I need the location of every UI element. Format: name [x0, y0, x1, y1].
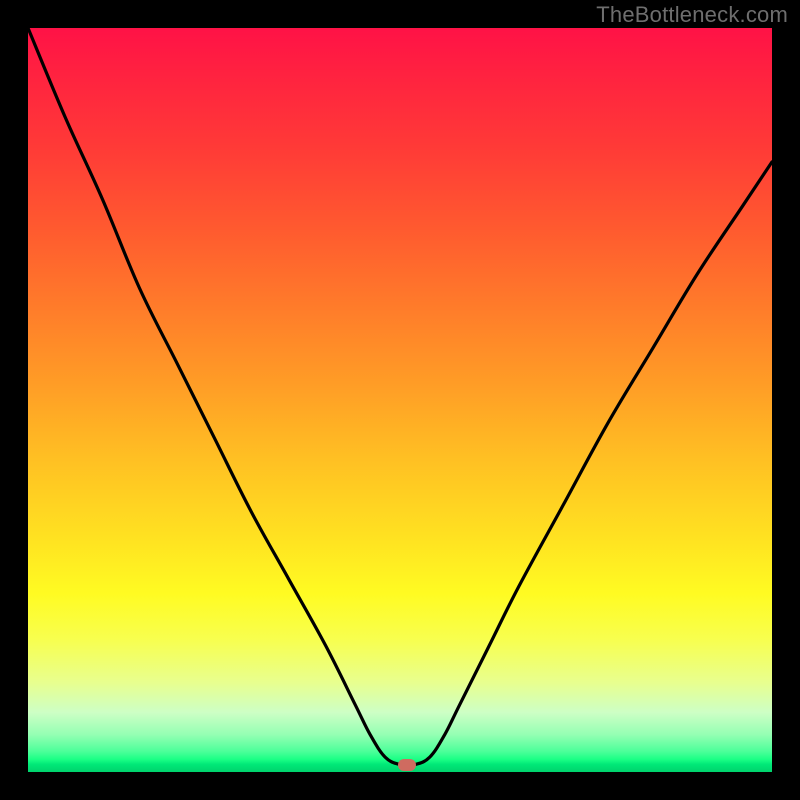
watermark-text: TheBottleneck.com: [596, 2, 788, 28]
optimum-dot: [398, 759, 416, 771]
plot-area: [28, 28, 772, 772]
bottleneck-curve: [28, 28, 772, 772]
chart-frame: TheBottleneck.com: [0, 0, 800, 800]
